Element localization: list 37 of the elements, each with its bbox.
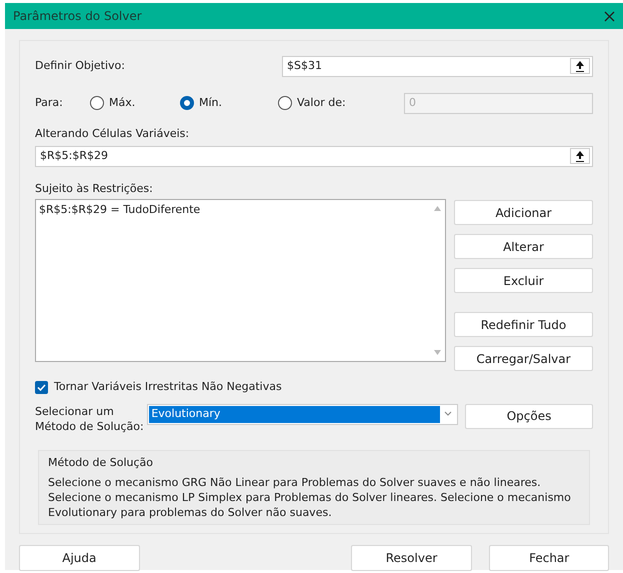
variables-field[interactable]: $R$5:$R$29 [35,146,593,166]
constraints-label: Sujeito às Restrições: [35,180,154,196]
dialog-button[interactable]: Opções [465,404,594,428]
constraint-item[interactable]: $R$5:$R$29 = TudoDiferente [39,202,429,218]
dialog-button[interactable]: Ajuda [19,544,140,570]
radio-button[interactable] [90,96,104,110]
method-dropdown[interactable]: Evolutionary [147,404,458,424]
objective-label: Definir Objetivo: [35,58,126,74]
dialog-button[interactable]: Redefinir Tudo [454,312,593,337]
radio-button[interactable] [180,96,194,110]
checkbox-label: Tornar Variáveis Irrestritas Não Negativas [54,379,282,395]
checkbox[interactable] [35,380,48,394]
dialog-button[interactable]: Resolver [350,544,472,570]
dialog-button[interactable]: Alterar [454,234,593,259]
target-label: Para: [35,94,64,111]
dialog-button[interactable]: Carregar/Salvar [454,346,593,371]
radio-label: Máx. [109,94,136,111]
method-label: Selecionar um [35,404,115,418]
dialog-button[interactable]: Adicionar [454,200,593,225]
dialog-button[interactable]: Excluir [454,268,593,293]
radio-label: Mín. [199,94,222,111]
radio-label: Valor de: [297,94,346,111]
close-icon[interactable] [604,10,615,22]
method-label: Método de Solução: [35,418,145,434]
upload-arrow-icon [575,60,585,72]
method-info-title: Método de Solução [48,454,154,470]
window-title: Parâmetros do Solver [13,8,142,25]
radio-button[interactable] [278,96,292,110]
method-info-text: Selecione o mecanismo GRG Não Linear para Problemas do Solver suaves e não lineares. Selecione o mecanismo LP Simplex para Problemas do Solver lineares. Selecione o mecanismo Evolutionary para problemas do Solver não suaves. [48,474,572,520]
variables-label: Alterando Células Variáveis: [35,126,190,142]
dialog-button[interactable]: Fechar [489,544,609,570]
upload-arrow-icon [575,150,585,162]
constraints-list[interactable]: $R$5:$R$29 = TudoDiferente [35,199,446,362]
value-field: 0 [404,92,593,114]
collapse-button[interactable] [570,148,590,164]
collapse-button[interactable] [570,58,590,74]
objective-field[interactable]: $S$31 [282,56,593,76]
